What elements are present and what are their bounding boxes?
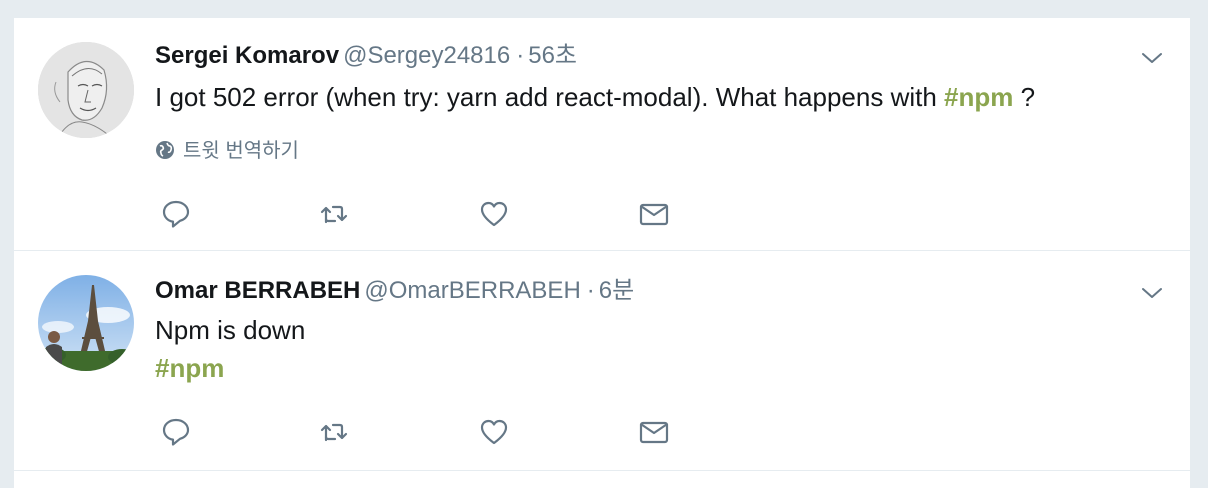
- fullname[interactable]: Omar BERRABEH: [155, 277, 360, 304]
- like-icon[interactable]: [478, 416, 510, 448]
- timeline: Sergei Komarov @Sergey24816 · 56초 I got 502…: [14, 18, 1190, 488]
- timestamp[interactable]: 56초: [528, 42, 577, 69]
- tweet-header: Sergei Komarov @Sergey24816 · 56초: [155, 41, 577, 71]
- reply-icon[interactable]: [160, 416, 192, 448]
- username[interactable]: @OmarBERRABEH: [364, 277, 580, 304]
- tweet-text-tail: ?: [1013, 82, 1036, 112]
- envelope-icon[interactable]: [638, 198, 670, 230]
- globe-icon: [156, 141, 174, 159]
- chevron-down-icon[interactable]: [1140, 46, 1164, 70]
- retweet-icon[interactable]: [318, 416, 350, 448]
- eiffel-tower-photo-avatar: [38, 275, 134, 371]
- reply-icon[interactable]: [160, 198, 192, 230]
- translate-tweet-link[interactable]: 트윗 번역하기: [155, 138, 299, 164]
- envelope-icon[interactable]: [638, 416, 670, 448]
- hashtag-link[interactable]: #npm: [155, 349, 305, 387]
- tweet-text: I got 502 error (when try: yarn add reac…: [155, 78, 1035, 116]
- retweet-icon[interactable]: [318, 198, 350, 230]
- like-icon[interactable]: [478, 198, 510, 230]
- fullname[interactable]: Sergei Komarov: [155, 42, 339, 69]
- time-separator: ·: [586, 277, 595, 304]
- hashtag-link[interactable]: #npm: [944, 82, 1013, 112]
- tweet-text-body: I got 502 error (when try: yarn add reac…: [155, 82, 945, 112]
- sketch-portrait-avatar: [38, 42, 134, 138]
- tweet-header: Omar BERRABEH @OmarBERRABEH · 6분: [155, 276, 634, 306]
- tweet[interactable]: Omar BERRABEH @OmarBERRABEH · 6분 Npm is dow…: [14, 251, 1190, 471]
- username[interactable]: @Sergey24816: [343, 42, 510, 69]
- avatar[interactable]: [38, 42, 134, 138]
- chevron-down-icon[interactable]: [1140, 281, 1164, 305]
- tweet[interactable]: Sergei Komarov @Sergey24816 · 56초 I got 502…: [14, 18, 1190, 251]
- timestamp[interactable]: 6분: [599, 277, 634, 304]
- time-separator: ·: [516, 42, 525, 69]
- avatar[interactable]: [38, 275, 134, 371]
- tweet-text: Npm is down #npm: [155, 311, 305, 387]
- tweet-text-body: Npm is down: [155, 315, 306, 345]
- translate-label: 트윗 번역하기: [183, 140, 299, 162]
